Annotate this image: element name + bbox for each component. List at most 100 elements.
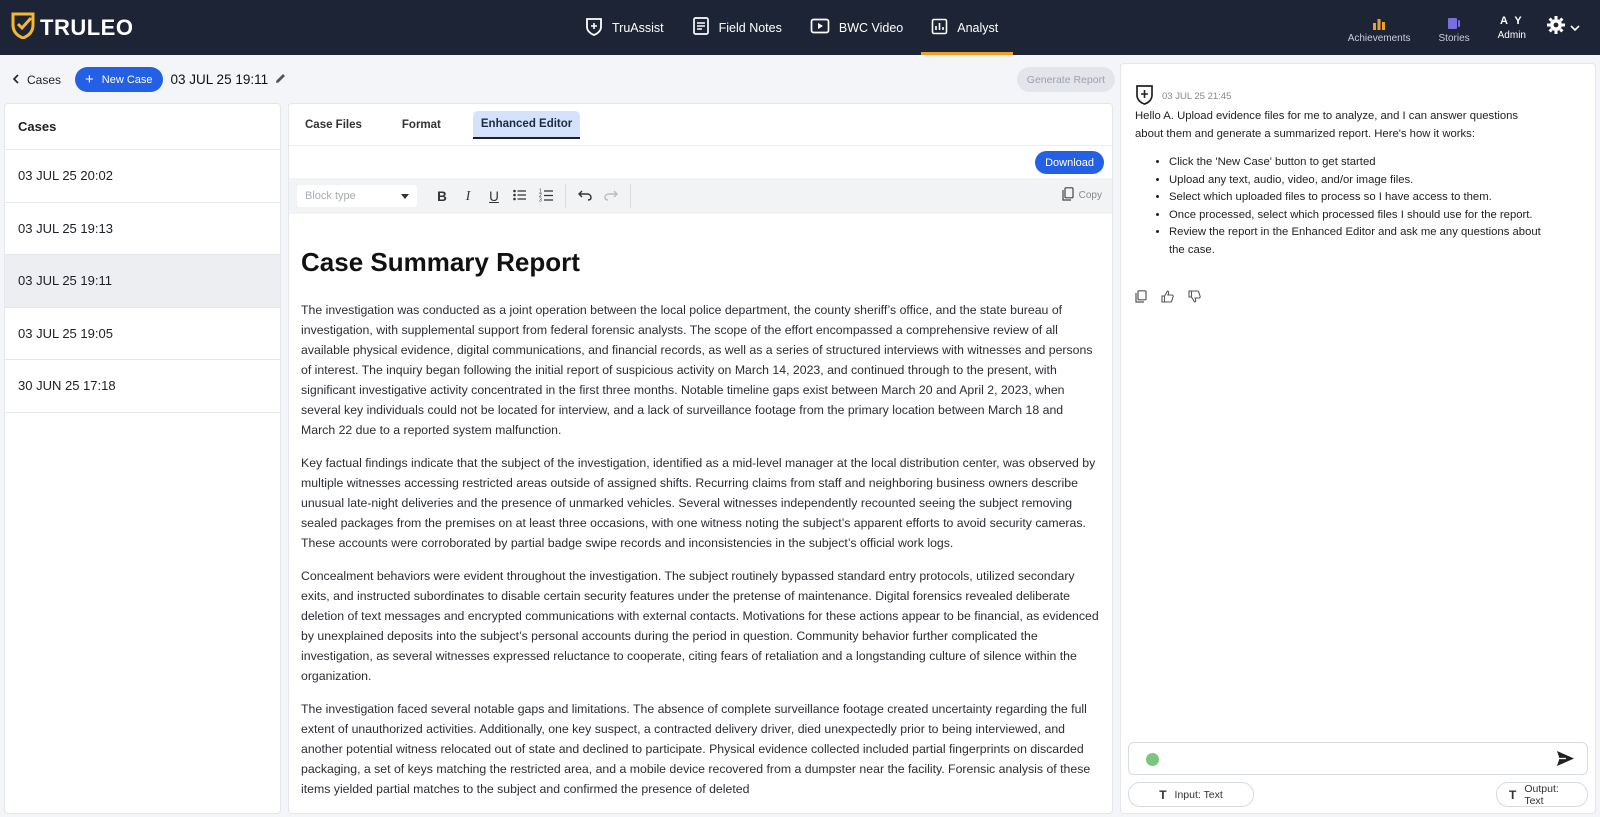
redo-icon (604, 189, 618, 204)
send-icon (1556, 751, 1575, 771)
chevron-down-icon (1570, 19, 1580, 37)
new-case-label: New Case (101, 73, 153, 86)
stories-link[interactable]: Stories (1425, 0, 1484, 55)
gear-icon (1546, 15, 1566, 40)
download-row: Download (289, 146, 1112, 178)
brand-logo[interactable]: TRULEO (10, 11, 133, 44)
report-document[interactable]: Case Summary Report The investigation wa… (289, 214, 1112, 799)
chat-step: Review the report in the Enhanced Editor… (1169, 224, 1545, 259)
shield-badge-icon (585, 17, 603, 39)
thumbs-up-icon[interactable] (1161, 290, 1174, 308)
cases-panel: Cases 03 JUL 25 20:02 03 JUL 25 19:13 03… (4, 103, 281, 814)
caret-down-icon (401, 190, 409, 202)
input-mode-chip[interactable]: T Input: Text (1128, 782, 1254, 807)
editor-toolbar: Block type B I U 123 Copy (289, 178, 1112, 214)
voice-status-dot[interactable] (1146, 753, 1159, 766)
copy-message-icon[interactable] (1135, 290, 1147, 308)
assistant-avatar-icon (1135, 84, 1154, 108)
chart-icon (931, 18, 948, 38)
block-type-select[interactable]: Block type (297, 185, 417, 207)
nav-label: Analyst (957, 20, 999, 35)
undo-button[interactable] (574, 185, 596, 207)
text-mode-icon: T (1159, 787, 1167, 802)
bullet-list-icon (513, 189, 527, 204)
main-nav: TruAssist Field Notes BWC Video Analyst (575, 0, 1014, 55)
user-role: Admin (1497, 29, 1526, 41)
editor-tabs: Case Files Format Enhanced Editor (289, 104, 1112, 146)
chat-message-body: Hello A. Upload evidence files for me to… (1135, 108, 1545, 259)
input-mode-label: Input: Text (1174, 788, 1223, 801)
case-list-item[interactable]: 03 JUL 25 20:02 (5, 150, 280, 203)
chat-input[interactable] (1128, 742, 1588, 775)
nav-item-field-notes[interactable]: Field Notes (682, 0, 800, 55)
case-title-text: 03 JUL 25 19:11 (170, 72, 269, 87)
new-case-button[interactable]: + New Case (75, 67, 163, 92)
chat-intro: Hello A. Upload evidence files for me to… (1135, 110, 1519, 140)
chat-message-header: 03 JUL 25 21:45 (1135, 84, 1231, 108)
logo-shield-icon (10, 11, 36, 44)
pencil-icon[interactable] (274, 72, 287, 88)
report-paragraph: Concealment behaviors were evident throu… (301, 569, 1099, 683)
svg-text:3: 3 (539, 197, 542, 202)
back-to-cases-link[interactable]: Cases (12, 73, 61, 87)
report-paragraph: Key factual findings indicate that the s… (301, 456, 1096, 550)
nav-right: Achievements Stories A Y Admin (1334, 0, 1580, 55)
italic-button[interactable]: I (457, 185, 479, 207)
copy-label: Copy (1078, 190, 1102, 201)
editor-panel: Case Files Format Enhanced Editor Downlo… (288, 103, 1113, 814)
tab-case-files[interactable]: Case Files (297, 112, 370, 138)
copy-button[interactable]: Copy (1062, 187, 1102, 204)
nav-item-truassist[interactable]: TruAssist (575, 0, 682, 55)
send-button[interactable] (1556, 750, 1575, 772)
case-list-item[interactable]: 30 JUN 25 17:18 (5, 360, 280, 413)
cases-heading: Cases (5, 104, 280, 150)
brand-name: TRULEO (40, 14, 134, 40)
nav-label: BWC Video (838, 20, 904, 35)
chat-steps-list: Click the 'New Case' button to get start… (1135, 154, 1545, 259)
block-type-placeholder: Block type (305, 190, 356, 202)
chevron-left-icon (12, 73, 19, 87)
user-initials: A Y (1499, 14, 1524, 27)
tab-format[interactable]: Format (394, 112, 449, 138)
chat-timestamp: 03 JUL 25 21:45 (1162, 90, 1232, 102)
achievements-link[interactable]: Achievements (1334, 0, 1425, 55)
bold-button[interactable]: B (431, 185, 453, 207)
underline-button[interactable]: U (483, 185, 505, 207)
back-label: Cases (27, 72, 62, 87)
notes-icon (692, 16, 710, 39)
thumbs-down-icon[interactable] (1188, 290, 1201, 308)
download-button[interactable]: Download (1035, 151, 1104, 174)
chat-step: Upload any text, audio, video, and/or im… (1169, 172, 1545, 190)
report-paragraph: The investigation faced several notable … (301, 702, 1091, 796)
stories-label: Stories (1438, 32, 1470, 44)
case-list-item[interactable]: 03 JUL 25 19:13 (5, 203, 280, 255)
bullet-list-button[interactable] (509, 185, 531, 207)
trophy-bars-icon (1372, 12, 1386, 30)
redo-button[interactable] (600, 185, 622, 207)
report-paragraph: The investigation was conducted as a joi… (301, 303, 1093, 437)
report-title: Case Summary Report (301, 247, 580, 277)
settings-menu[interactable] (1540, 15, 1580, 40)
undo-icon (578, 189, 592, 204)
top-nav: TRULEO TruAssist Field Notes BWC Video A… (0, 0, 1600, 55)
generate-report-button[interactable]: Generate Report (1016, 67, 1115, 92)
plus-icon: + (85, 71, 94, 88)
chat-step: Select which uploaded files to process s… (1169, 189, 1545, 207)
case-title: 03 JUL 25 19:11 (171, 72, 288, 88)
case-header-bar: Cases + New Case 03 JUL 25 19:11 Generat… (0, 62, 1115, 97)
output-mode-chip[interactable]: T Output: Text (1496, 782, 1588, 807)
achievements-label: Achievements (1347, 32, 1411, 44)
nav-item-analyst[interactable]: Analyst (921, 0, 1014, 55)
assistant-chat-panel: 03 JUL 25 21:45 Hello A. Upload evidence… (1120, 63, 1596, 814)
nav-label: Field Notes (718, 20, 782, 35)
case-list-item-selected[interactable]: 03 JUL 25 19:11 (5, 255, 280, 308)
tab-enhanced-editor[interactable]: Enhanced Editor (472, 110, 581, 139)
user-menu[interactable]: A Y Admin (1484, 15, 1540, 41)
chat-message-actions (1135, 290, 1201, 308)
numbered-list-button[interactable]: 123 (535, 185, 557, 207)
copy-icon (1062, 187, 1074, 204)
toolbar-divider (630, 184, 631, 208)
text-mode-icon: T (1509, 787, 1517, 802)
nav-item-bwc-video[interactable]: BWC Video (800, 0, 921, 55)
case-list-item[interactable]: 03 JUL 25 19:05 (5, 308, 280, 360)
